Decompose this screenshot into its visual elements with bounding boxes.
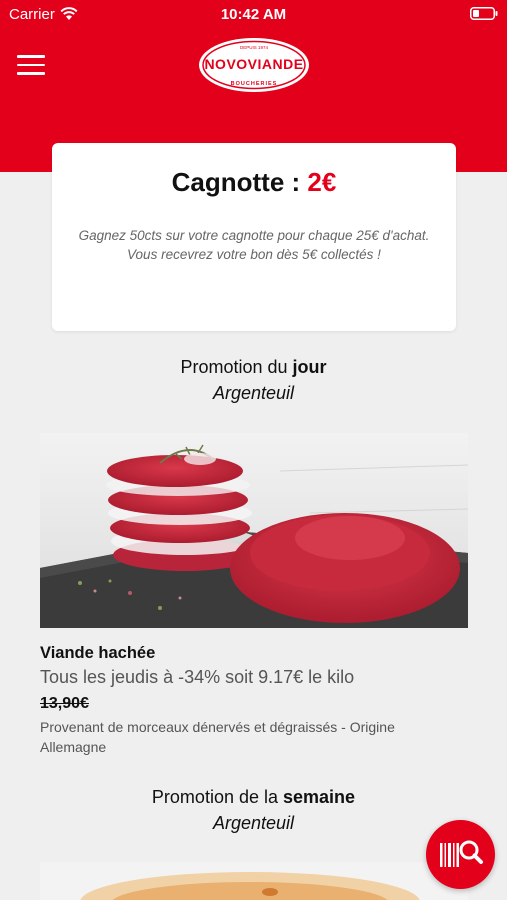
promo-week-title: Promotion de la semaine — [0, 787, 507, 808]
barcode-scan-button[interactable] — [426, 820, 495, 889]
cagnotte-amount: 2€ — [307, 167, 337, 197]
cagnotte-label: Cagnotte : — [171, 167, 301, 197]
logo-text: NOVOVIANDE — [204, 56, 304, 72]
promo-week-title-prefix: Promotion de la — [151, 787, 278, 807]
cagnotte-card: Cagnotte : 2€ Gagnez 50cts sur votre cag… — [52, 143, 456, 331]
product-name: Viande hachée — [40, 644, 156, 662]
promo-week-store: Argenteuil — [212, 813, 295, 833]
product-offer: Tous les jeudis à -34% soit 9.17€ le kil… — [40, 667, 355, 687]
battery-icon — [470, 7, 498, 20]
svg-text:DEPUIS 1974: DEPUIS 1974 — [240, 45, 269, 50]
svg-text:BOUCHERIES: BOUCHERIES — [231, 81, 278, 87]
promo-day-title-bold: jour — [292, 357, 327, 377]
cagnotte-title: Cagnotte : 2€ — [52, 167, 456, 198]
promo-day-title-prefix: Promotion du — [180, 357, 288, 377]
product-image-week[interactable] — [40, 862, 468, 900]
barcode-search-icon — [440, 840, 483, 867]
hamburger-menu-icon[interactable] — [17, 55, 45, 75]
novoviande-logo: DEPUIS 1974 BOUCHERIES NOVOVIANDE — [197, 36, 311, 94]
product-image-viande-hachee[interactable] — [40, 433, 468, 628]
product-description: Provenant de morceaux dénervés et dégrai… — [40, 719, 395, 755]
promo-day-title: Promotion du jour — [0, 357, 507, 378]
promo-week-title-bold: semaine — [283, 787, 356, 807]
status-bar: Carrier 10:42 AM — [0, 0, 507, 28]
cagnotte-description: Gagnez 50cts sur votre cagnotte pour cha… — [72, 226, 436, 264]
product-old-price: 13,90€ — [40, 695, 89, 712]
status-time: 10:42 AM — [220, 6, 287, 23]
promo-day-store: Argenteuil — [212, 383, 295, 403]
cagnotte-description-line2: Vous recevrez votre bon dès 5€ collectés… — [127, 247, 381, 262]
cagnotte-description-line1: Gagnez 50cts sur votre cagnotte pour cha… — [78, 228, 430, 243]
